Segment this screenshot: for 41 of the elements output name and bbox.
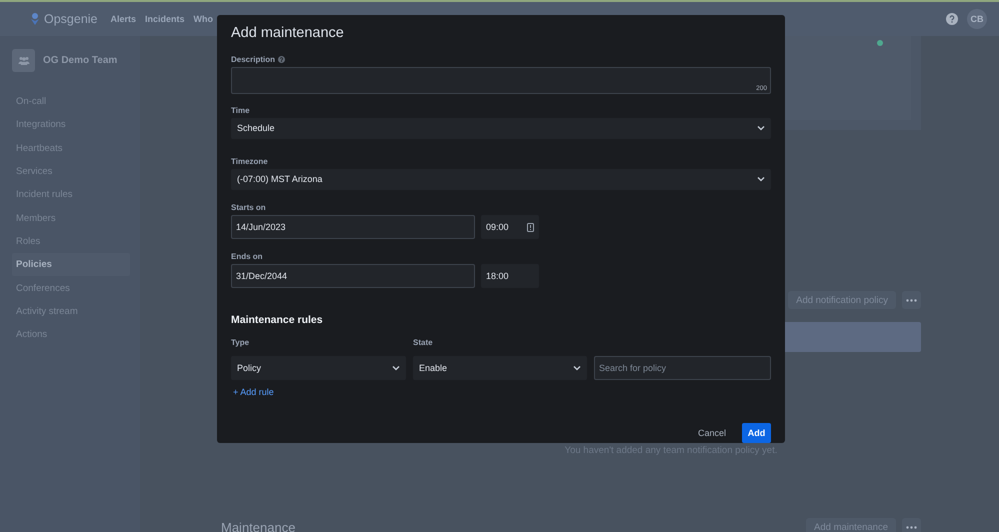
chevron-down-icon: [573, 365, 581, 371]
end-date-field[interactable]: 31/Dec/2044: [231, 264, 475, 288]
add-button[interactable]: Add: [742, 423, 771, 443]
start-time-field[interactable]: 09:00: [481, 215, 539, 239]
help-icon[interactable]: [946, 13, 958, 25]
state-select[interactable]: Enable: [413, 356, 587, 380]
more-icon: [906, 298, 917, 302]
section-title: Maintenance rules: [231, 314, 324, 326]
end-time-field[interactable]: 18:00: [481, 264, 539, 288]
section-title: Maintenance: [221, 520, 296, 532]
logo-icon: [30, 13, 40, 25]
nav-link[interactable]: Incidents: [145, 14, 185, 24]
start-date-field[interactable]: 14/Jun/2023: [231, 215, 475, 239]
type-select[interactable]: Policy: [231, 356, 406, 380]
dialog-title: Add maintenance: [231, 25, 345, 41]
field-label: Timezone: [231, 156, 268, 166]
field-label: Time: [231, 106, 250, 115]
time-select[interactable]: Schedule: [231, 118, 771, 139]
user-avatar[interactable]: CB: [967, 9, 987, 29]
field-label: Type: [231, 338, 250, 347]
field-label: Description: [231, 55, 276, 64]
cancel-button[interactable]: Cancel: [694, 423, 730, 443]
more-icon: [906, 526, 917, 528]
more-button[interactable]: [902, 518, 921, 532]
field-label: Ends on: [231, 252, 263, 261]
chevron-down-icon: [757, 125, 765, 132]
add-rule-link[interactable]: + Add rule: [231, 387, 274, 397]
more-button[interactable]: [902, 291, 921, 309]
field-label: State: [413, 338, 433, 347]
brand-name: Opsgenie: [44, 12, 98, 26]
nav-link[interactable]: Who: [194, 14, 214, 24]
people-icon: [18, 56, 30, 65]
team-name: OG Demo Team: [43, 55, 118, 66]
timezone-select[interactable]: (-07:00) MST Arizona: [231, 168, 771, 190]
chevron-down-icon: [392, 365, 400, 371]
help-icon[interactable]: [278, 56, 286, 63]
chevron-down-icon: [757, 176, 765, 182]
nav-link[interactable]: Alerts: [110, 14, 136, 24]
policy-search-field[interactable]: Search for policy: [594, 356, 771, 380]
sidebar-item[interactable]: Policies: [12, 253, 130, 276]
field-label: Starts on: [231, 203, 266, 212]
